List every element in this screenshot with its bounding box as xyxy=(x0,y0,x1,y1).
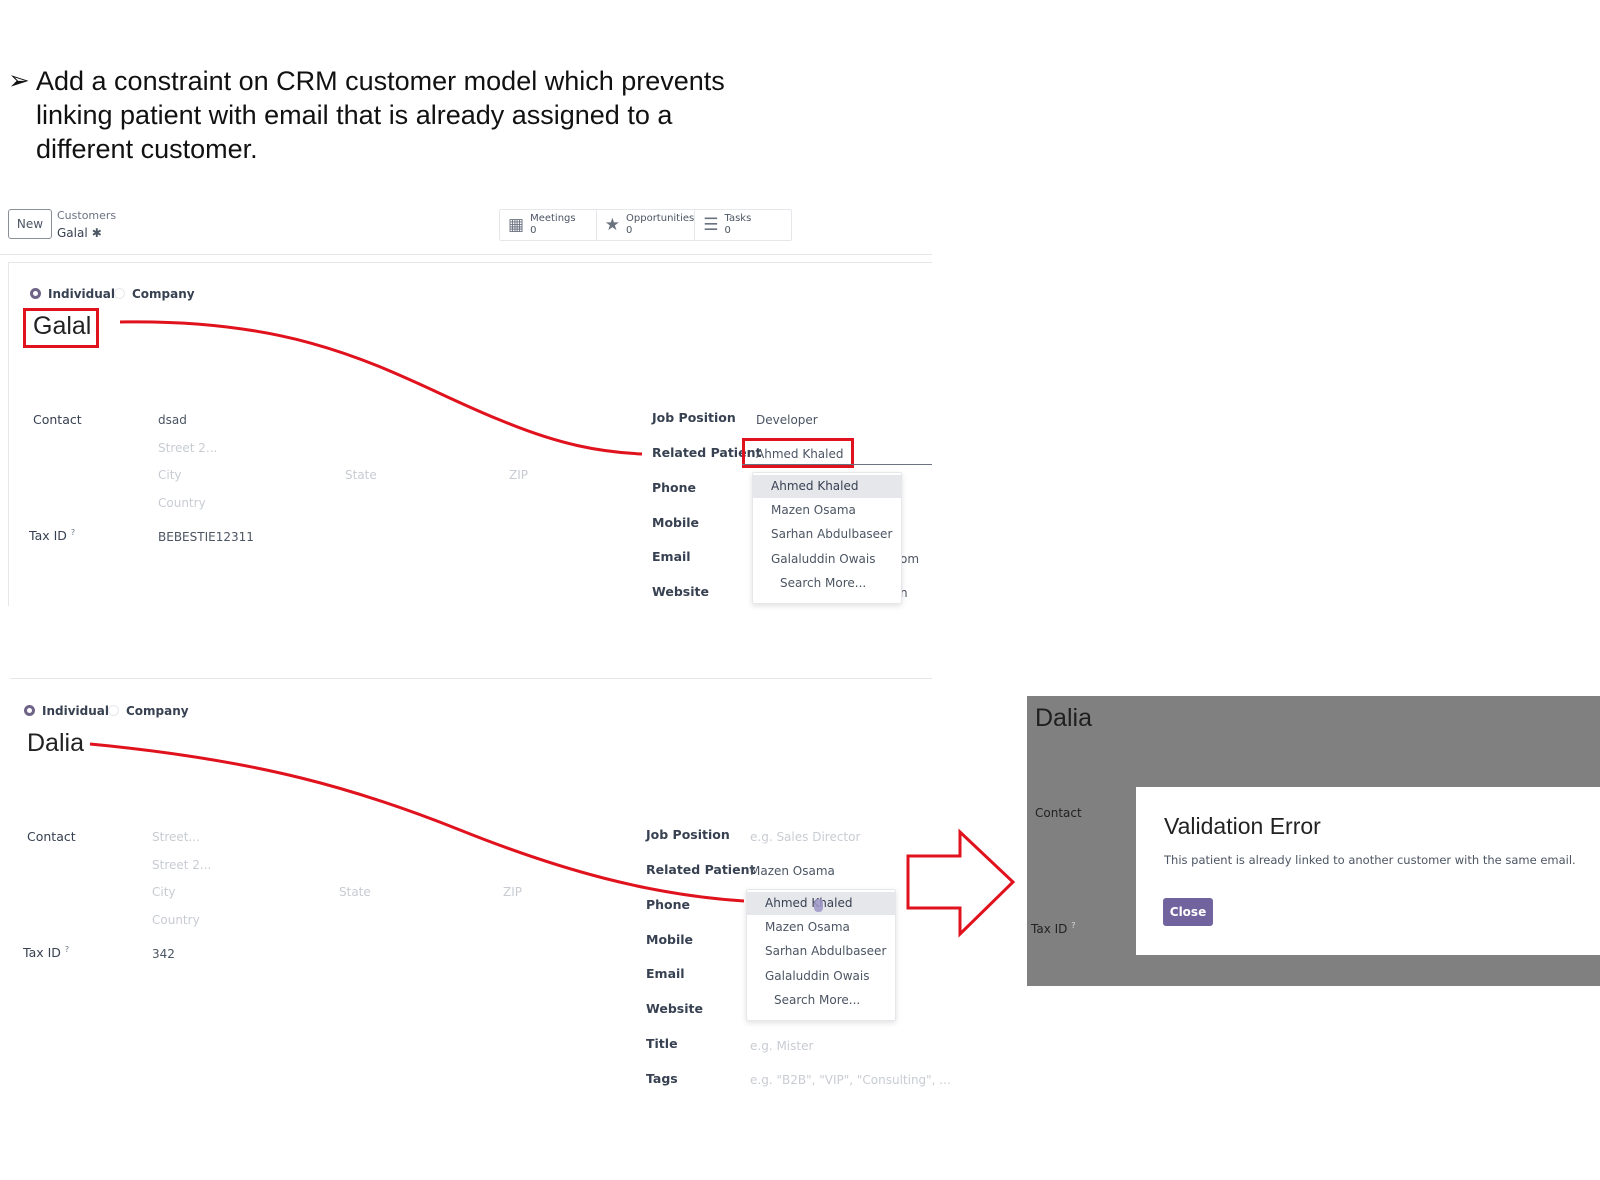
validation-error-dialog: Validation Error This patient is already… xyxy=(1136,787,1600,955)
dialog-message: This patient is already linked to anothe… xyxy=(1164,853,1576,867)
background-tax-id-text: Tax ID xyxy=(1031,922,1068,936)
validation-error-screen: Dalia Contact Tax ID ? Validation Error … xyxy=(1027,696,1600,986)
background-customer-name: Dalia xyxy=(1035,704,1092,732)
dialog-title: Validation Error xyxy=(1164,813,1321,839)
annotation-curve-top xyxy=(119,320,643,456)
background-tax-id-label: Tax ID ? xyxy=(1031,921,1075,936)
annotation-curve-bottom xyxy=(89,742,745,903)
close-button[interactable]: Close xyxy=(1163,898,1213,926)
result-arrow-icon xyxy=(906,828,1016,938)
background-contact-label: Contact xyxy=(1035,806,1082,820)
annotation-overlay xyxy=(89,320,1016,938)
help-icon: ? xyxy=(1071,921,1076,930)
